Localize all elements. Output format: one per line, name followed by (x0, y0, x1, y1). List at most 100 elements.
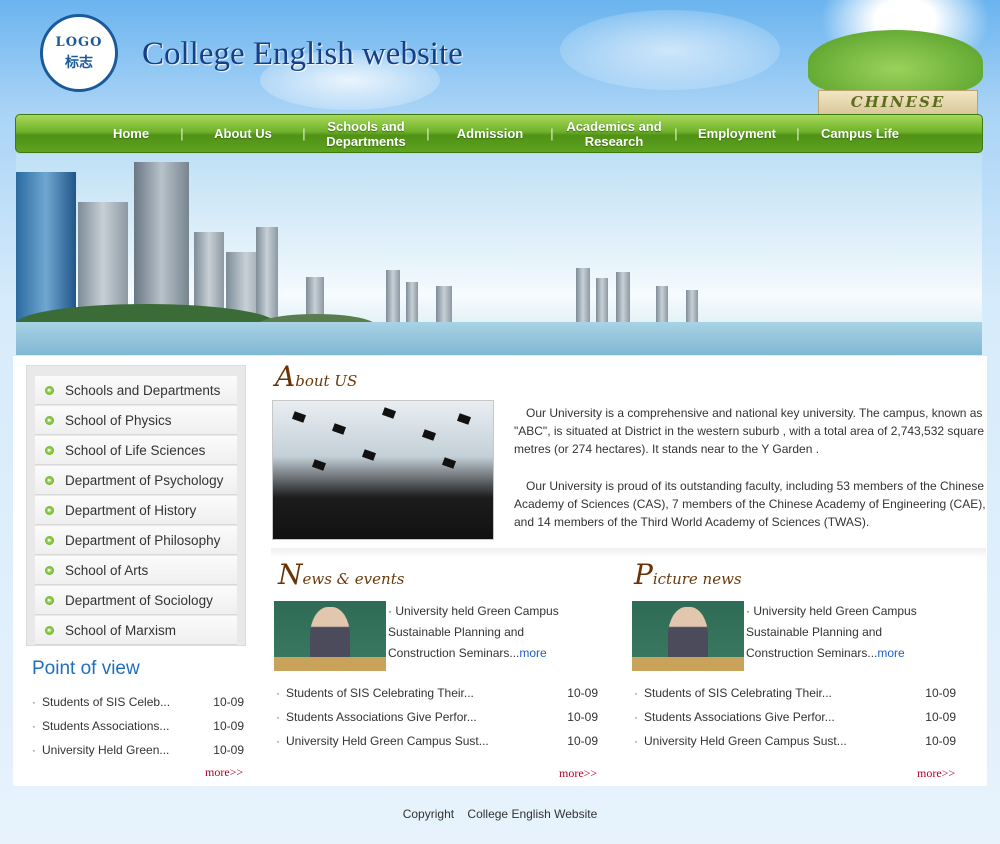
nav-separator: | (426, 126, 430, 141)
arrow-bullet-icon: ▸ (45, 385, 54, 395)
sidebar-item-label: Department of Psychology (65, 472, 224, 488)
site-title: College English website (142, 36, 463, 72)
main-nav: Home | About Us | Schools and Department… (15, 114, 983, 153)
nav-item-academics-and-research[interactable]: Academics and Research (558, 119, 670, 149)
arrow-bullet-icon: ▸ (45, 595, 54, 605)
bullet-dot: · (32, 695, 36, 709)
bullet-dot: · (634, 734, 638, 748)
list-item-date: 10-09 (213, 719, 244, 733)
sidebar-item-label: School of Physics (65, 412, 172, 428)
list-item: · Students of SIS Celebrating Their... 10-… (634, 681, 956, 705)
sidebar-item-label: Department of Philosophy (65, 532, 221, 548)
sidebar-item-school-of-life-sciences[interactable]: ▸ School of Life Sciences (35, 436, 237, 465)
point-of-view-title: Point of view (32, 658, 140, 679)
sidebar-item-school-of-physics[interactable]: ▸ School of Physics (35, 406, 237, 435)
chinese-language-button[interactable]: CHINESE (818, 90, 978, 115)
sidebar-item-department-of-history[interactable]: ▸ Department of History (35, 496, 237, 525)
news-thumbnail[interactable] (274, 601, 386, 671)
sidebar-item-label: School of Arts (65, 562, 149, 578)
nav-item-home[interactable]: Home (86, 126, 176, 141)
list-item-title[interactable]: University Held Green Campus Sust... (644, 734, 916, 748)
list-item-date: 10-09 (567, 686, 598, 700)
nav-separator: | (550, 126, 554, 141)
list-item-date: 10-09 (213, 695, 244, 709)
list-item-date: 10-09 (925, 686, 956, 700)
bullet-dot: · (276, 686, 280, 700)
picture-news-more-link[interactable]: more>> (917, 766, 955, 781)
picture-news-list: · Students of SIS Celebrating Their... 10-… (634, 681, 956, 753)
leaf-decoration (808, 30, 983, 95)
graduation-photo (272, 400, 494, 540)
list-item: · Students Associations Give Perfor... 10-… (276, 705, 598, 729)
list-item-title[interactable]: University Held Green Campus Sust... (286, 734, 558, 748)
list-item-date: 10-09 (213, 743, 244, 757)
section-divider (271, 548, 986, 558)
nav-item-schools-and-departments[interactable]: Schools and Departments (310, 119, 422, 149)
news-feature: · University held Green Campus Sustainab… (388, 601, 578, 664)
list-item: · Students of SIS Celebrating Their... 10-… (276, 681, 598, 705)
about-us-title-initial: A (275, 360, 296, 393)
arrow-bullet-icon: ▸ (45, 625, 54, 635)
arrow-bullet-icon: ▸ (45, 565, 54, 575)
city-skyline-banner (16, 154, 982, 355)
list-item-title[interactable]: Students of SIS Celeb... (42, 695, 204, 709)
sidebar-item-department-of-philosophy[interactable]: ▸ Department of Philosophy (35, 526, 237, 555)
nav-item-employment[interactable]: Employment (682, 126, 792, 141)
list-item-date: 10-09 (925, 734, 956, 748)
nav-separator: | (302, 126, 306, 141)
list-item: · Students Associations... 10-09 (32, 714, 244, 738)
list-item: · University Held Green Campus Sust... 10-… (276, 729, 598, 753)
about-paragraph-1: Our University is a comprehensive and na… (514, 406, 985, 456)
point-of-view-list: · Students of SIS Celeb... 10-09 · Students… (32, 690, 244, 762)
point-of-view-more-link[interactable]: more>> (205, 765, 243, 780)
bullet-dot: · (634, 686, 638, 700)
nav-separator: | (180, 126, 184, 141)
sky-cloud (560, 10, 780, 90)
nav-item-campus-life[interactable]: Campus Life (804, 126, 916, 141)
sidebar-item-label: School of Marxism (65, 622, 177, 638)
arrow-bullet-icon: ▸ (45, 535, 54, 545)
news-feature-more-link[interactable]: more (519, 646, 546, 660)
site-logo[interactable]: LOGO 标志 (40, 14, 118, 92)
picture-news-title: Picture news (634, 558, 742, 591)
list-item-title[interactable]: Students of SIS Celebrating Their... (644, 686, 916, 700)
sidebar-item-department-of-psychology[interactable]: ▸ Department of Psychology (35, 466, 237, 495)
picture-news-title-initial: P (634, 558, 653, 591)
news-list: · Students of SIS Celebrating Their... 10-… (276, 681, 598, 753)
picture-news-feature: · University held Green Campus Sustainab… (746, 601, 936, 664)
list-item-date: 10-09 (567, 734, 598, 748)
logo-text-chinese: 标志 (65, 53, 93, 70)
list-item-title[interactable]: Students Associations Give Perfor... (286, 710, 558, 724)
logo-text: LOGO (55, 34, 103, 50)
arrow-bullet-icon: ▸ (45, 415, 54, 425)
news-more-link[interactable]: more>> (559, 766, 597, 781)
list-item-title[interactable]: Students of SIS Celebrating Their... (286, 686, 558, 700)
about-paragraph-2: Our University is proud of its outstandi… (514, 479, 986, 529)
list-item: · Students of SIS Celeb... 10-09 (32, 690, 244, 714)
news-events-title: News & events (278, 558, 404, 591)
nav-item-about-us[interactable]: About Us (188, 126, 298, 141)
list-item-title[interactable]: Students Associations Give Perfor... (644, 710, 916, 724)
list-item: · University Held Green Campus Sust... 10-… (634, 729, 956, 753)
sidebar-item-label: Department of Sociology (65, 592, 213, 608)
nav-separator: | (674, 126, 678, 141)
sidebar-item-schools-and-departments[interactable]: ▸ Schools and Departments (35, 376, 237, 405)
list-item-date: 10-09 (925, 710, 956, 724)
sidebar-item-school-of-marxism[interactable]: ▸ School of Marxism (35, 616, 237, 645)
bullet-dot: · (634, 710, 638, 724)
list-item-title[interactable]: Students Associations... (42, 719, 204, 733)
picture-news-feature-more-link[interactable]: more (877, 646, 904, 660)
nav-item-admission[interactable]: Admission (434, 126, 546, 141)
list-item-title[interactable]: University Held Green... (42, 743, 204, 757)
sidebar-menu: ▸ Schools and Departments ▸ School of Phys… (26, 365, 246, 646)
bullet-dot: · (32, 719, 36, 733)
about-us-title: About US (275, 360, 357, 393)
sidebar-item-label: Schools and Departments (65, 382, 221, 398)
bullet-dot: · (276, 734, 280, 748)
sidebar-item-label: Department of History (65, 502, 197, 518)
sidebar-item-department-of-sociology[interactable]: ▸ Department of Sociology (35, 586, 237, 615)
nav-separator: | (796, 126, 800, 141)
list-item: · University Held Green... 10-09 (32, 738, 244, 762)
picture-news-thumbnail[interactable] (632, 601, 744, 671)
sidebar-item-school-of-arts[interactable]: ▸ School of Arts (35, 556, 237, 585)
